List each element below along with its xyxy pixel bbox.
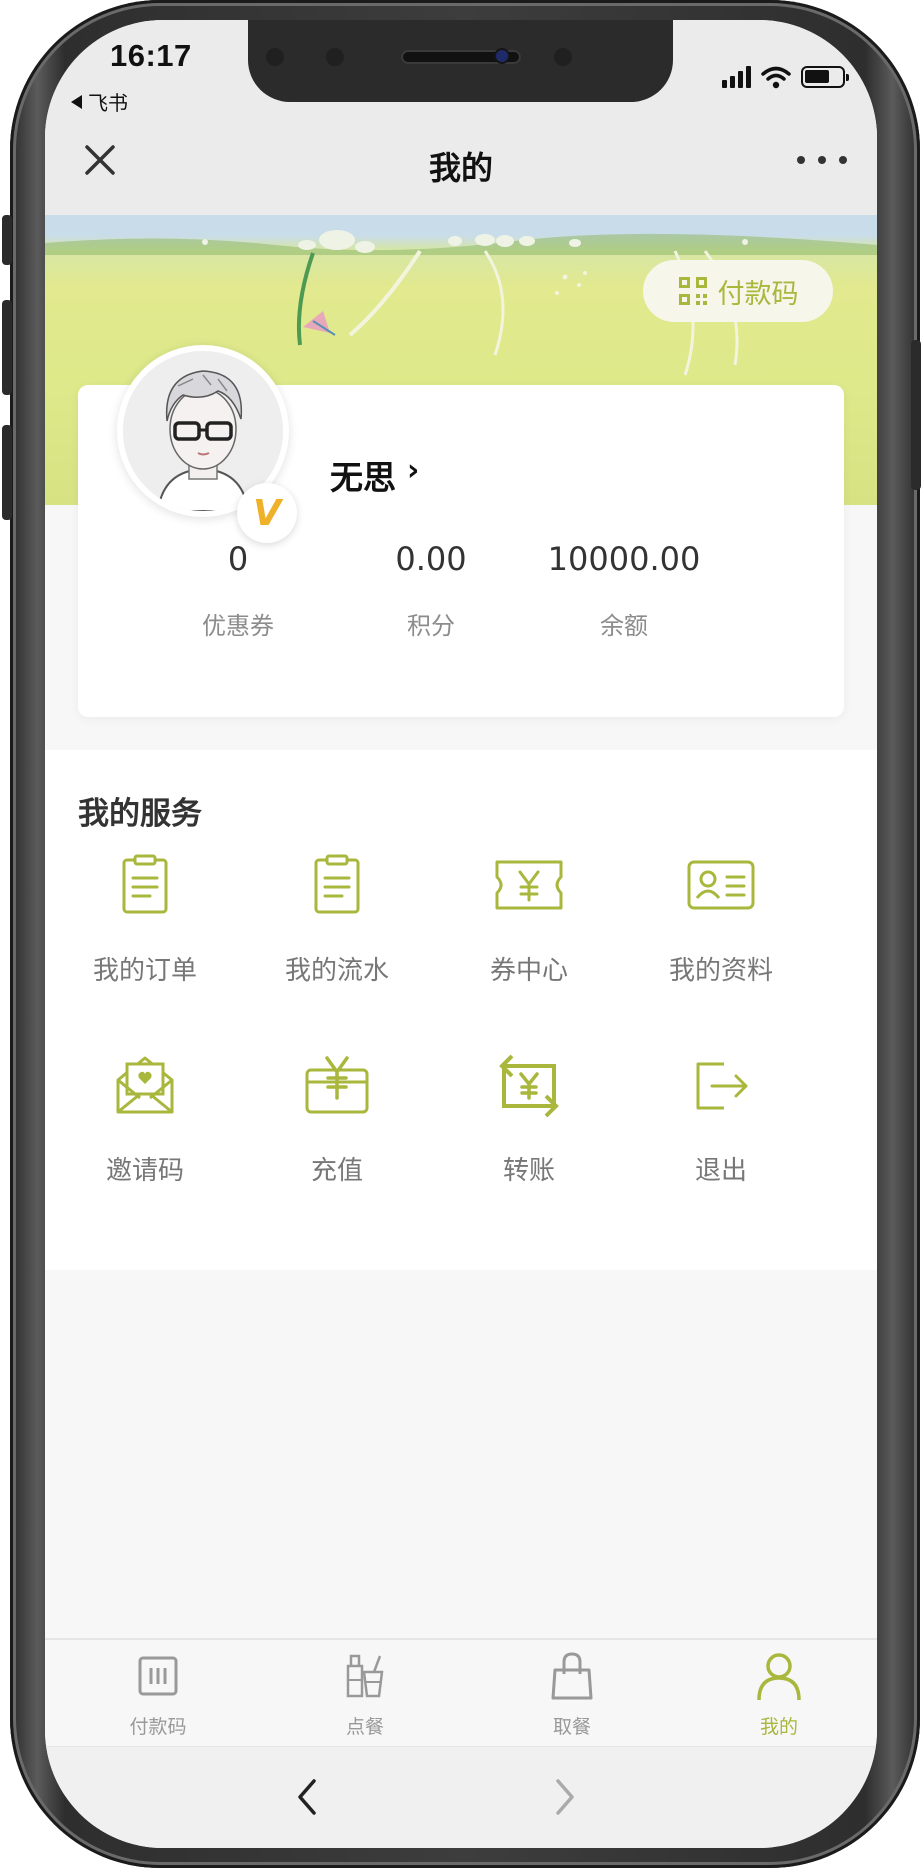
tab-pay-code[interactable]: 付款码: [88, 1648, 228, 1739]
tab-label: 我的: [759, 1716, 798, 1738]
drinks-icon: [346, 1654, 384, 1698]
bag-icon: [551, 1652, 593, 1700]
more-options-icon[interactable]: [797, 145, 847, 175]
back-triangle-icon: [71, 95, 82, 109]
front-camera: [496, 50, 508, 62]
browser-toolbar: [45, 1746, 877, 1848]
volume-down-button: [2, 425, 12, 520]
status-time: 16:17: [110, 38, 192, 73]
coupons-value: 0: [227, 540, 249, 578]
points-label: 积分: [407, 612, 455, 640]
transfer-icon: [499, 1054, 559, 1118]
tab-mine[interactable]: 我的: [709, 1648, 849, 1739]
qr-code-icon: [678, 277, 707, 305]
stat-balance[interactable]: 10000.00 余额: [524, 540, 724, 641]
vip-badge-icon: V: [237, 483, 297, 543]
phone-mockup: 16:17 飞书 我的 付款码 0 优惠券 0.00 积分 10000.00 余…: [0, 0, 923, 1868]
page-title: 我的: [428, 149, 493, 187]
service-my-transactions[interactable]: 我的流水: [242, 850, 432, 987]
tab-label: 取餐: [552, 1716, 591, 1738]
invite-envelope-icon: [116, 1056, 174, 1114]
tab-pickup[interactable]: 取餐: [502, 1648, 642, 1739]
tab-label: 付款码: [129, 1716, 187, 1738]
service-label: 我的流水: [284, 956, 389, 986]
id-card-icon: [687, 860, 755, 910]
clipboard-icon: [314, 854, 360, 914]
back-app-label: 飞书: [88, 93, 128, 115]
service-label: 券中心: [489, 956, 568, 986]
service-coupon-center[interactable]: 券中心: [434, 850, 624, 987]
sensor-dot: [266, 48, 284, 66]
stat-coupons[interactable]: 0 优惠券: [138, 540, 338, 641]
points-value: 0.00: [395, 540, 467, 578]
stat-points[interactable]: 0.00 积分: [331, 540, 531, 641]
notch: [248, 20, 673, 102]
recharge-icon: [305, 1056, 369, 1114]
service-label: 退出: [694, 1156, 747, 1186]
tab-label: 点餐: [345, 1716, 384, 1738]
signal-icon: [722, 66, 751, 88]
back-arrow-icon[interactable]: [292, 1775, 322, 1819]
service-label: 我的订单: [92, 956, 197, 986]
service-my-profile[interactable]: 我的资料: [626, 850, 816, 987]
service-recharge[interactable]: 充值: [242, 1050, 432, 1187]
phone-screen: 16:17 飞书 我的 付款码 0 优惠券 0.00 积分 10000.00 余…: [45, 20, 877, 1848]
pay-code-label: 付款码: [717, 278, 799, 310]
battery-icon: [801, 66, 849, 88]
mute-switch: [2, 215, 12, 265]
pay-code-button[interactable]: 付款码: [643, 260, 833, 322]
wifi-icon: [761, 66, 791, 89]
pay-code-icon: [138, 1656, 178, 1696]
user-icon: [757, 1653, 801, 1701]
back-to-app-link[interactable]: 飞书: [71, 87, 128, 116]
logout-icon: [696, 1062, 748, 1110]
coupon-icon: [495, 860, 563, 910]
power-button: [911, 340, 921, 490]
service-label: 充值: [310, 1156, 363, 1186]
my-services-section: 我的服务 我的订单 我的流水 券中心 我的资料 邀请码 充值 转账 退出: [45, 750, 877, 1270]
sensor-dot: [554, 48, 572, 66]
service-label: 我的资料: [668, 956, 773, 986]
forward-arrow-icon[interactable]: [550, 1775, 580, 1819]
service-label: 转账: [502, 1156, 555, 1186]
nav-bar: 我的: [45, 115, 877, 215]
balance-label: 余额: [600, 612, 648, 640]
services-title: 我的服务: [78, 796, 202, 832]
service-invite-code[interactable]: 邀请码: [50, 1050, 240, 1187]
chevron-right-icon[interactable]: ›: [407, 453, 419, 488]
service-transfer[interactable]: 转账: [434, 1050, 624, 1187]
coupons-label: 优惠券: [202, 612, 274, 640]
balance-value: 10000.00: [547, 540, 701, 578]
username[interactable]: 无思: [330, 451, 396, 499]
service-label: 邀请码: [105, 1156, 184, 1186]
service-logout[interactable]: 退出: [626, 1050, 816, 1187]
volume-up-button: [2, 300, 12, 395]
tab-order[interactable]: 点餐: [295, 1648, 435, 1739]
status-icons: [722, 65, 849, 89]
sensor-dot: [326, 48, 344, 66]
bottom-tab-bar: 付款码 点餐 取餐 我的: [45, 1638, 877, 1746]
service-my-orders[interactable]: 我的订单: [50, 850, 240, 987]
clipboard-icon: [122, 854, 168, 914]
